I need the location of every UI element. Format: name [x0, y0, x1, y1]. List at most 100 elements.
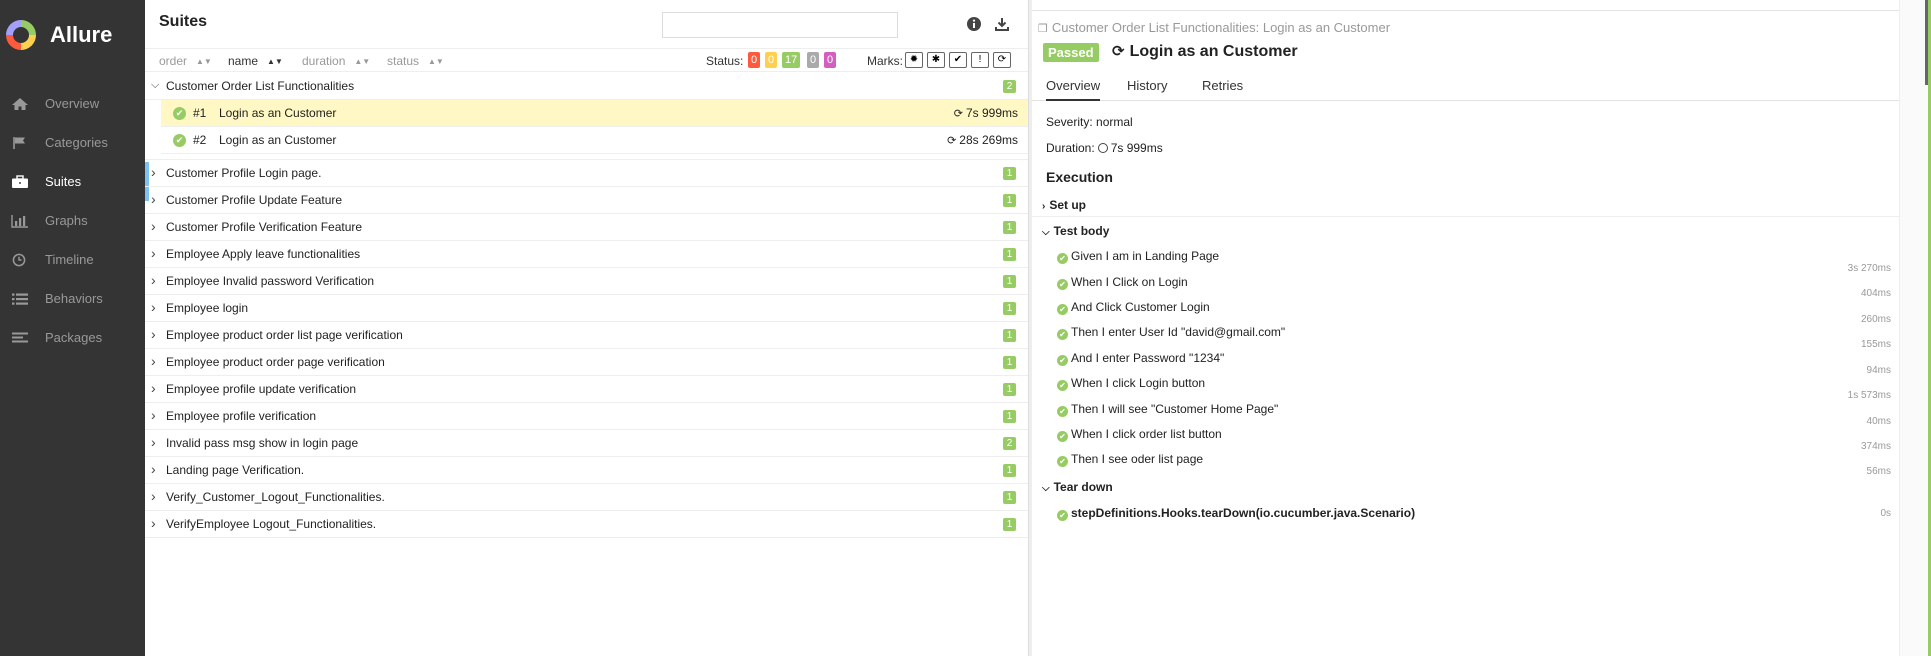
copy-icon[interactable]: ❐ [1038, 23, 1048, 35]
passed-status-icon: ✔ [1057, 406, 1068, 417]
suite-group[interactable]: › Employee login 1 [145, 295, 1028, 322]
test-step[interactable]: ✔ And I enter Password "1234" [1057, 351, 1224, 366]
suite-group[interactable]: › Employee product order list page verifi… [145, 322, 1028, 349]
test-step[interactable]: ✔ Then I see oder list page [1057, 452, 1203, 467]
sidebar-item-timeline[interactable]: Timeline [0, 240, 145, 279]
sort-name-label: name [228, 54, 259, 68]
step-name: When I click Login button [1071, 376, 1206, 390]
new-broken-mark-icon[interactable]: ! [971, 52, 989, 68]
chevron-right-icon: › [151, 515, 156, 531]
divider [1032, 10, 1899, 11]
tab-retries[interactable]: Retries [1202, 78, 1243, 93]
suite-group[interactable]: › Customer Profile Verification Feature 1 [145, 214, 1028, 241]
sidebar-item-label: Overview [45, 96, 100, 111]
sort-status-label: status [387, 54, 420, 68]
chevron-right-icon: › [151, 218, 156, 234]
status-badge: Passed [1043, 43, 1099, 62]
suite-count-badge: 1 [1003, 491, 1016, 504]
marks-filter-label: Marks: [867, 54, 903, 68]
test-step[interactable]: ✔ Then I will see "Customer Home Page" [1057, 402, 1278, 417]
sidebar-item-behaviors[interactable]: Behaviors [0, 279, 145, 318]
new-passed-mark-icon[interactable]: ✔ [949, 52, 967, 68]
teardown-section[interactable]: ⌵ Tear down [1042, 480, 1113, 494]
bar-chart-icon [11, 214, 28, 228]
test-step[interactable]: ✔ Then I enter User Id "david@gmail.com" [1057, 325, 1285, 340]
sidebar-item-graphs[interactable]: Graphs [0, 201, 145, 240]
test-step[interactable]: ✔ When I click order list button [1057, 427, 1222, 442]
test-duration: ⟳ 28s 269ms [947, 133, 1018, 147]
sidebar-item-categories[interactable]: Categories [0, 123, 145, 162]
step-duration: 1s 573ms [1847, 390, 1891, 401]
info-icon[interactable] [965, 16, 983, 34]
suite-group[interactable]: › Employee product order page verificatio… [145, 349, 1028, 376]
status-passed-badge[interactable]: 17 [782, 52, 801, 68]
retries-mark-icon[interactable]: ⟳ [993, 52, 1011, 68]
detail-tabs: Overview History Retries [1032, 72, 1899, 101]
suite-group[interactable]: › Employee Invalid password Verification 1 [145, 268, 1028, 295]
sort-status[interactable]: status ▲▼ [387, 54, 444, 68]
duration-label: Duration: [1046, 141, 1095, 155]
search-input[interactable] [662, 12, 898, 38]
test-step[interactable]: ✔ And Click Customer Login [1057, 300, 1210, 315]
flaky-mark-icon[interactable]: ✹ [905, 52, 923, 68]
suite-group[interactable]: › Verify_Customer_Logout_Functionalities.… [145, 484, 1028, 511]
suite-name: Verify_Customer_Logout_Functionalities. [166, 490, 385, 504]
sidebar-item-overview[interactable]: Overview [0, 84, 145, 123]
step-duration: 404ms [1860, 288, 1891, 299]
window-edge [1899, 0, 1931, 656]
suite-name: VerifyEmployee Logout_Functionalities. [166, 517, 377, 531]
suite-name: Employee profile verification [166, 409, 317, 423]
chevron-right-icon: › [151, 191, 156, 207]
step-name: And I enter Password "1234" [1071, 351, 1225, 365]
suite-name: Employee Invalid password Verification [166, 274, 375, 288]
step-duration: 40ms [1866, 416, 1891, 427]
test-row[interactable]: ✔ #2 Login as an Customer ⟳ 28s 269ms [161, 127, 1028, 154]
chevron-right-icon: › [151, 353, 156, 369]
sidebar-item-packages[interactable]: Packages [0, 318, 145, 357]
test-step[interactable]: ✔ When I click Login button [1057, 376, 1205, 391]
clock-icon [12, 253, 26, 266]
suite-group[interactable]: › VerifyEmployee Logout_Functionalities. 1 [145, 511, 1028, 538]
sidebar-item-suites[interactable]: Suites [0, 162, 149, 201]
step-name: And Click Customer Login [1071, 300, 1210, 314]
sort-order[interactable]: order ▲▼ [159, 54, 212, 68]
suite-group[interactable]: › Customer Profile Update Feature 1 [145, 187, 1028, 214]
sort-name[interactable]: name ▲▼ [228, 54, 283, 68]
suite-group[interactable]: › Employee profile update verification 1 [145, 376, 1028, 403]
suite-count-badge: 2 [1003, 80, 1016, 93]
teardown-step[interactable]: ✔ stepDefinitions.Hooks.tearDown(io.cucum… [1057, 506, 1415, 521]
status-skipped-badge[interactable]: 0 [807, 52, 820, 68]
suite-count-badge: 1 [1003, 518, 1016, 531]
test-step[interactable]: ✔ Given I am in Landing Page [1057, 249, 1219, 264]
new-failed-mark-icon[interactable]: ✱ [927, 52, 945, 68]
tab-overview[interactable]: Overview [1046, 78, 1101, 101]
setup-section[interactable]: › Set up [1042, 198, 1086, 212]
tab-history[interactable]: History [1127, 78, 1167, 93]
suite-name: Customer Profile Update Feature [166, 193, 343, 207]
status-unknown-badge[interactable]: 0 [824, 52, 837, 68]
test-name: Login as an Customer [219, 106, 337, 120]
sort-toolbar: order ▲▼ name ▲▼ duration ▲▼ status ▲▼ Statu… [145, 48, 1028, 72]
chevron-down-icon: ⌵ [151, 79, 160, 91]
sidebar: Allure Overview Categories Suites Graphs… [0, 0, 149, 656]
suite-group[interactable]: › Landing page Verification. 1 [145, 457, 1028, 484]
suite-group[interactable]: › Employee profile verification 1 [145, 403, 1028, 430]
suite-group[interactable]: › Invalid pass msg show in login page 2 [145, 430, 1028, 457]
status-failed-badge[interactable]: 0 [748, 52, 761, 68]
suite-group[interactable]: › Customer Profile Login page. 1 [145, 160, 1028, 187]
suite-name: Employee login [166, 301, 249, 315]
suite-name: Customer Profile Login page. [166, 166, 322, 180]
test-body-section[interactable]: ⌵ Test body [1042, 224, 1109, 238]
suite-group-list: › Customer Profile Login page. 1 › Customer … [145, 160, 1028, 538]
test-row[interactable]: ✔ #1 Login as an Customer ⟳ 7s 999ms [161, 100, 1028, 127]
step-duration: 56ms [1866, 466, 1891, 477]
download-icon[interactable] [993, 16, 1011, 34]
logo[interactable]: Allure [0, 0, 145, 70]
suite-group-expanded[interactable]: ⌵ Customer Order List Functionalities 2 [145, 73, 1028, 100]
sort-duration[interactable]: duration ▲▼ [302, 54, 370, 68]
passed-status-icon: ✔ [1057, 380, 1068, 391]
status-broken-badge[interactable]: 0 [765, 52, 778, 68]
passed-status-icon: ✔ [1057, 329, 1068, 340]
test-step[interactable]: ✔ When I Click on Login [1057, 275, 1188, 290]
suite-group[interactable]: › Employee Apply leave functionalities 1 [145, 241, 1028, 268]
